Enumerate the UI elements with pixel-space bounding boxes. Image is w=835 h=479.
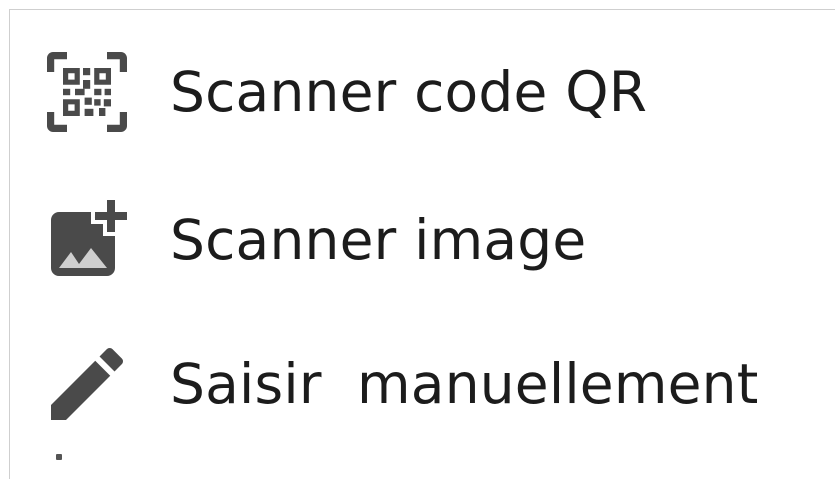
menu-item-scan-qr[interactable]: Scanner code QR: [10, 22, 835, 162]
menu-item-label: Scanner code QR: [170, 60, 648, 124]
pencil-icon: [39, 336, 135, 432]
next-item-icon-partial: [56, 454, 62, 460]
menu-item-label: Saisir manuellement: [170, 352, 759, 416]
menu-item-label: Scanner image: [170, 208, 587, 272]
add-photo-icon: [39, 192, 135, 288]
scan-options-menu: Scanner code QR Scanner image Saisir man…: [9, 9, 835, 479]
qr-code-scanner-icon: [39, 44, 135, 140]
menu-item-manual-entry[interactable]: Saisir manuellement: [10, 314, 835, 454]
menu-item-scan-image[interactable]: Scanner image: [10, 170, 835, 310]
